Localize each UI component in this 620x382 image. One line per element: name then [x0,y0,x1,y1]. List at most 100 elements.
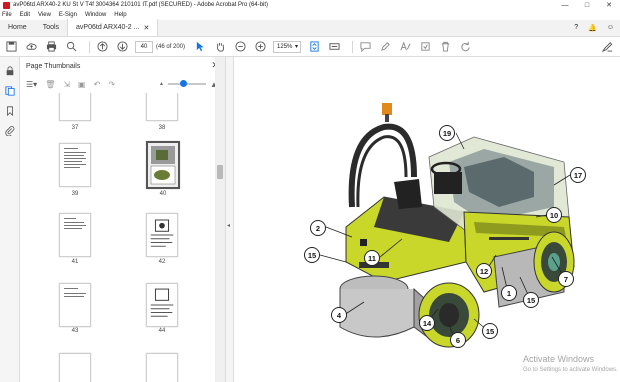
page-thumbnail[interactable] [146,93,178,121]
extract-page-icon[interactable]: ⇲ [63,80,70,89]
callout-marker: 14 [419,315,435,331]
page-thumbnail[interactable] [59,353,91,382]
sign-in-icon[interactable]: ☺ [607,24,614,31]
page-thumbnail-label: 37 [71,125,79,131]
hand-tool-icon[interactable] [213,40,227,54]
page-thumbnail-label: 44 [158,328,166,334]
menu-file[interactable]: File [2,12,12,18]
toolbar-divider [352,40,354,53]
tab-document[interactable]: avP06td ARX40-2 ... ✕ [67,19,159,36]
callout-marker: 15 [304,247,320,263]
sign-pen-icon[interactable] [600,40,614,54]
page-thumbnail[interactable] [59,283,91,327]
page-thumbnail-selected[interactable] [146,141,180,189]
page-thumbnail[interactable] [59,93,91,121]
scroll-mode-icon[interactable] [327,40,341,54]
upload-cloud-icon[interactable] [24,40,38,54]
next-page-icon[interactable] [115,40,129,54]
panel-toolbar: ☰▾ 🗑 ⇲ ▣ ↶ ↷ ▲ ▲ [20,75,225,93]
rotate-left-icon[interactable]: ↶ [94,80,101,89]
zoom-in-icon[interactable] [253,40,267,54]
page-thumbnails-icon[interactable] [0,81,20,101]
page-fit-icon[interactable] [307,40,321,54]
thumbnail-size-slider[interactable]: ▲ ▲ [159,80,218,89]
scrollbar-thumb[interactable] [217,165,223,179]
page-thumbnail-label: 41 [71,259,79,265]
menu-view[interactable]: View [38,12,51,18]
page-number-input[interactable]: 40 [135,40,153,53]
document-view[interactable]: 19 17 10 2 15 11 7 12 1 15 4 14 6 15 [234,57,620,382]
bookmark-icon[interactable] [0,101,20,121]
zoom-search-icon[interactable] [64,40,78,54]
small-mountain-icon: ▲ [159,81,164,87]
comment-icon[interactable] [358,40,372,54]
tab-bar-right: ? 🔔 ☺ [574,19,620,36]
window-title: avP06td ARX40-2 KU St V T4f 3004364 2101… [13,2,269,8]
callout-marker: 7 [558,271,574,287]
zoom-select[interactable]: 125% ▾ [273,40,302,53]
thumbnail-scrollbar[interactable] [215,57,225,382]
slider-knob[interactable] [179,80,187,87]
page-count: (46 of 200) [156,43,186,50]
stamp-icon[interactable] [418,40,432,54]
callout-marker: 12 [476,263,492,279]
page-thumbnail-label: 38 [158,125,166,131]
page-thumbnail[interactable] [59,143,91,187]
page-thumbnail[interactable] [146,213,178,257]
edit-text-icon[interactable] [398,40,412,54]
acrobat-icon [3,1,10,9]
previous-page-icon[interactable] [95,40,109,54]
page-thumbnail-label: 43 [71,328,79,334]
page-thumbnail-label: 40 [159,191,167,197]
panel-header: Page Thumbnails ✕ [20,57,225,75]
watermark-title: Activate Windows [523,354,595,364]
page-thumbnail[interactable] [146,283,178,327]
print-icon[interactable] [44,40,58,54]
page-thumbnail[interactable] [146,353,178,382]
callout-marker: 19 [439,125,455,141]
callout-marker: 10 [546,207,562,223]
panel-splitter[interactable]: ◂ [226,57,234,382]
close-tab-icon[interactable]: ✕ [143,24,149,32]
options-menu-icon[interactable]: ☰▾ [26,80,37,89]
main-toolbar: 40 (46 of 200) 125% ▾ [0,37,620,57]
lock-icon[interactable] [0,61,20,81]
left-rail [0,57,20,382]
minimize-button[interactable]: — [554,0,576,10]
slider-track [167,80,206,87]
callout-marker: 1 [501,285,517,301]
rotate-icon[interactable] [458,40,472,54]
menu-window[interactable]: Window [85,12,106,18]
roller-illustration [319,103,575,348]
maximize-button[interactable]: □ [576,0,598,10]
highlight-pen-icon[interactable] [378,40,392,54]
close-window-button[interactable]: ✕ [598,0,620,10]
watermark-subtitle: Go to Settings to activate Windows. [523,367,618,373]
save-icon[interactable] [4,40,18,54]
zoom-out-icon[interactable] [233,40,247,54]
page-thumbnail-label: 42 [158,259,166,265]
attachment-icon[interactable] [0,121,20,141]
callout-marker: 11 [364,250,380,266]
window-controls: — □ ✕ [554,0,620,10]
page-thumbnail[interactable] [59,213,91,257]
zoom-value: 125% [277,43,293,50]
crop-page-icon[interactable]: ▣ [78,80,86,89]
callout-marker: 2 [310,220,326,236]
menu-edit[interactable]: Edit [20,12,30,18]
tab-tools[interactable]: Tools [35,19,67,36]
callout-marker: 4 [331,307,347,323]
toolbar-divider [89,40,90,53]
notifications-icon[interactable]: 🔔 [588,24,597,32]
menu-esign[interactable]: E-Sign [59,12,77,18]
page-thumbnails-panel: Page Thumbnails ✕ ☰▾ 🗑 ⇲ ▣ ↶ ↷ ▲ ▲ 37 38 [20,57,226,382]
select-cursor-icon[interactable] [193,40,207,54]
trash-icon[interactable] [438,40,452,54]
rotate-right-icon[interactable]: ↷ [108,80,115,89]
delete-page-icon[interactable]: 🗑 [45,80,55,89]
menu-help[interactable]: Help [114,12,126,18]
collapse-panel-icon[interactable]: ◂ [227,222,230,229]
activate-windows-watermark: Activate Windows Go to Settings to activ… [523,354,618,376]
tab-home[interactable]: Home [0,19,35,36]
help-icon[interactable]: ? [574,24,578,31]
